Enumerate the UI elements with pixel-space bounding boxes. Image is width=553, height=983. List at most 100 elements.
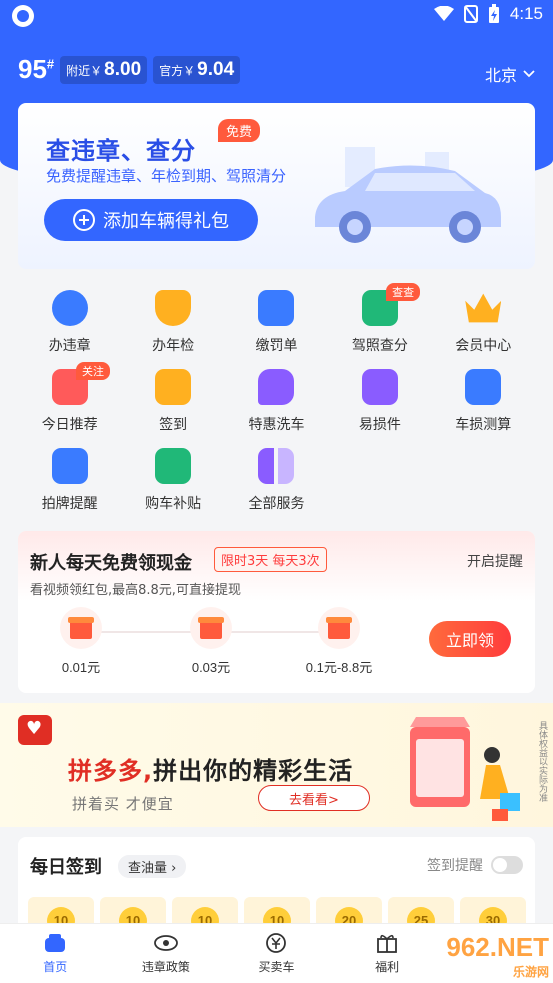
gift-box-icon bbox=[318, 607, 360, 649]
crown-icon bbox=[465, 293, 502, 323]
service-license-points[interactable]: 查查 驾照查分 bbox=[328, 283, 431, 364]
fuel-price-bar[interactable]: 95# 附近￥ 8.00 官方￥ 9.04 bbox=[18, 54, 241, 85]
service-car-wash[interactable]: 特惠洗车 bbox=[225, 364, 328, 443]
site-watermark: 962.NET 乐游网 bbox=[446, 932, 549, 980]
gift-box-icon bbox=[60, 607, 102, 649]
tab-label: 福利 bbox=[375, 960, 400, 974]
service-label: 今日推荐 bbox=[41, 417, 98, 433]
pinduoduo-logo-icon bbox=[18, 715, 52, 745]
damage-icon bbox=[465, 369, 502, 405]
service-pay-ticket[interactable]: 缴罚单 bbox=[225, 285, 328, 364]
city-name: 北京 bbox=[484, 66, 517, 85]
service-label: 特惠洗车 bbox=[248, 417, 305, 433]
ticket-icon bbox=[258, 290, 295, 326]
service-label: 拍牌提醒 bbox=[41, 496, 98, 512]
service-car-subsidy[interactable]: 购车补贴 bbox=[121, 443, 224, 522]
tab-label: 首页 bbox=[43, 960, 68, 974]
checkin-reminder-toggle[interactable] bbox=[491, 856, 523, 874]
services-row: 办违章 办年检 缴罚单 查查 驾照查分 会员中心 bbox=[18, 283, 535, 364]
gift-step-2[interactable]: 0.03元 bbox=[176, 607, 246, 676]
ad-title: 拼多多,拼出你的精彩生活 bbox=[68, 751, 353, 786]
city-selector[interactable]: 北京 bbox=[485, 62, 535, 86]
banner-subtitle: 免费提醒违章、年检到期、驾照清分 bbox=[46, 167, 287, 185]
check-fuel-link[interactable]: 查油量 › bbox=[118, 855, 187, 878]
eye-icon bbox=[153, 932, 178, 954]
service-annual-inspection[interactable]: 办年检 bbox=[121, 285, 224, 364]
parts-icon bbox=[361, 369, 398, 405]
checkin-reminder-label: 签到提醒 bbox=[427, 858, 483, 874]
app-logo-icon bbox=[12, 5, 34, 27]
nearby-price-label: 附近￥ bbox=[66, 63, 103, 78]
service-member-center[interactable]: 会员中心 bbox=[432, 285, 535, 364]
free-badge: 免费 bbox=[218, 119, 261, 142]
car-illustration bbox=[315, 147, 501, 243]
ad-subtitle: 拼着买 才便宜 bbox=[72, 795, 174, 813]
services-grid: 办违章 办年检 缴罚单 查查 驾照查分 会员中心 关注 今日推荐 签到 特惠洗车… bbox=[18, 283, 535, 522]
cash-title: 新人每天免费领现金 bbox=[30, 553, 192, 574]
service-label: 会员中心 bbox=[455, 338, 512, 354]
ad-brand: 拼多多, bbox=[68, 757, 154, 785]
tab-buy-sell-car[interactable]: 买卖车 bbox=[221, 924, 332, 983]
inspection-icon bbox=[155, 290, 192, 326]
service-label: 购车补贴 bbox=[145, 496, 202, 512]
service-all[interactable]: 全部服务 bbox=[225, 443, 328, 522]
checkin-reminder: 签到提醒 bbox=[427, 855, 523, 875]
watermark-main: 962.NET bbox=[446, 932, 549, 962]
service-label: 全部服务 bbox=[248, 496, 305, 512]
gift-amount: 0.01元 bbox=[61, 660, 101, 675]
checkin-icon bbox=[155, 369, 192, 405]
shopping-illustration bbox=[410, 717, 520, 821]
service-wear-parts[interactable]: 易损件 bbox=[328, 364, 431, 443]
license-tag: 查查 bbox=[386, 283, 421, 301]
service-today-recommend[interactable]: 关注 今日推荐 bbox=[18, 362, 121, 443]
plate-icon bbox=[51, 448, 88, 484]
service-label: 签到 bbox=[159, 417, 188, 433]
yuan-circle-icon bbox=[264, 932, 288, 954]
status-bar: 4:15 bbox=[0, 0, 553, 32]
official-price-value: 9.04 bbox=[197, 58, 235, 80]
service-plate-reminder[interactable]: 拍牌提醒 bbox=[18, 443, 121, 522]
battery-charging-icon bbox=[488, 4, 499, 23]
service-label: 办年检 bbox=[152, 338, 195, 354]
service-checkin[interactable]: 签到 bbox=[121, 364, 224, 443]
service-damage-estimate[interactable]: 车损测算 bbox=[432, 364, 535, 443]
plus-circle-icon bbox=[73, 209, 95, 231]
banner-title: 查违章、查分 bbox=[46, 137, 196, 165]
ad-title-rest: 拼出你的精彩生活 bbox=[153, 757, 354, 785]
cash-subtitle: 看视频领红包,最高8.8元,可直接提现 bbox=[30, 583, 241, 598]
nearby-price-value: 8.00 bbox=[104, 58, 142, 80]
violation-banner[interactable]: 查违章、查分 免费 免费提醒违章、年检到期、驾照清分 添加车辆得礼包 bbox=[18, 103, 535, 269]
official-price-chip: 官方￥ 9.04 bbox=[153, 55, 241, 84]
ad-disclaimer: 具体权益以实际为准 bbox=[537, 721, 547, 802]
checkin-title: 每日签到 bbox=[30, 857, 102, 878]
add-car-label: 添加车辆得礼包 bbox=[103, 211, 229, 232]
services-row: 拍牌提醒 购车补贴 全部服务 bbox=[18, 443, 535, 522]
service-label: 车损测算 bbox=[455, 417, 512, 433]
no-sim-icon bbox=[463, 5, 478, 23]
tab-label: 买卖车 bbox=[258, 960, 295, 974]
wifi-icon bbox=[433, 6, 454, 21]
subsidy-icon bbox=[155, 448, 192, 484]
tab-home[interactable]: 首页 bbox=[0, 924, 111, 983]
pinduoduo-ad-banner[interactable]: 拼多多,拼出你的精彩生活 拼着买 才便宜 去看看> 具体权益以实际为准 bbox=[0, 703, 553, 827]
service-label: 易损件 bbox=[358, 417, 401, 433]
enable-reminder-link[interactable]: 开启提醒 bbox=[467, 551, 523, 571]
add-car-button[interactable]: 添加车辆得礼包 bbox=[44, 199, 258, 241]
tab-violation-policy[interactable]: 违章政策 bbox=[111, 924, 222, 983]
service-label: 缴罚单 bbox=[255, 338, 298, 354]
gift-step-3[interactable]: 0.1元-8.8元 bbox=[294, 607, 384, 676]
violation-icon bbox=[51, 290, 88, 326]
gift-step-1[interactable]: 0.01元 bbox=[46, 607, 116, 676]
status-icons: 4:15 bbox=[433, 4, 543, 24]
recommend-tag: 关注 bbox=[76, 362, 110, 380]
claim-now-button[interactable]: 立即领 bbox=[429, 621, 511, 657]
services-row: 关注 今日推荐 签到 特惠洗车 易损件 车损测算 bbox=[18, 362, 535, 443]
official-price-label: 官方￥ bbox=[159, 63, 196, 78]
tab-welfare[interactable]: 福利 bbox=[332, 924, 443, 983]
service-pay-violation[interactable]: 办违章 bbox=[18, 285, 121, 364]
clock-time: 4:15 bbox=[509, 4, 543, 23]
gift-amount: 0.1元-8.8元 bbox=[305, 660, 373, 675]
service-label: 办违章 bbox=[48, 338, 91, 354]
limit-tag: 限时3天 每天3次 bbox=[214, 547, 327, 572]
ad-go-button[interactable]: 去看看> bbox=[258, 785, 370, 811]
